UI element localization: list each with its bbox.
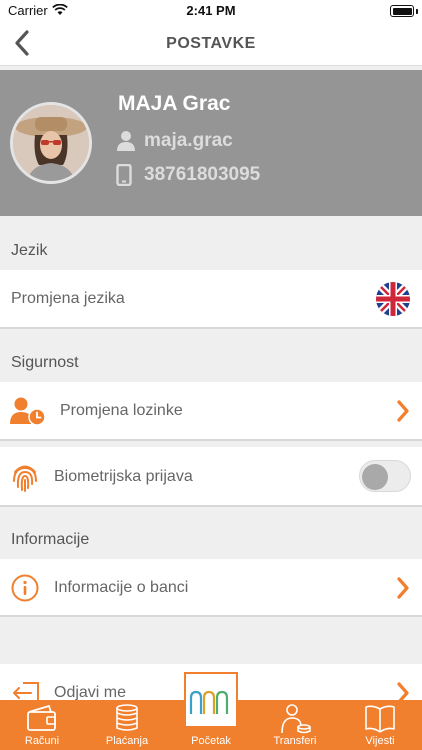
section-header-info: Informacije bbox=[11, 531, 90, 548]
nav-bar: POSTAVKE bbox=[0, 22, 422, 66]
status-bar: Carrier 2:41 PM bbox=[0, 0, 422, 22]
tab-vijesti[interactable]: Vijesti bbox=[338, 700, 422, 750]
fingerprint-icon bbox=[13, 465, 37, 492]
biometric-toggle[interactable] bbox=[359, 460, 411, 492]
phone-icon bbox=[116, 164, 132, 186]
wallet-icon bbox=[27, 704, 56, 731]
toggle-knob bbox=[362, 464, 388, 490]
user-clock-icon bbox=[10, 397, 46, 426]
tab-label: Transferi bbox=[273, 735, 317, 747]
biometric-login-label: Biometrijska prijava bbox=[54, 468, 193, 485]
bank-info-label: Informacije o banci bbox=[54, 579, 189, 596]
avatar-photo bbox=[13, 105, 89, 181]
info-icon bbox=[11, 574, 39, 602]
clock: 2:41 PM bbox=[186, 3, 236, 18]
bank-info-row[interactable]: Informacije o banci bbox=[0, 559, 422, 617]
book-icon bbox=[365, 705, 395, 733]
battery-icon bbox=[390, 5, 414, 17]
tab-transferi[interactable]: Transferi bbox=[252, 700, 338, 750]
profile-phone: 38761803095 bbox=[144, 164, 261, 185]
avatar[interactable] bbox=[10, 102, 92, 184]
uk-flag-icon bbox=[376, 282, 410, 316]
coins-icon bbox=[116, 704, 138, 731]
profile-header: MAJA Grac maja.grac 38761803095 bbox=[0, 70, 422, 216]
section-header-language: Jezik bbox=[11, 242, 48, 259]
tab-racuni[interactable]: Računi bbox=[0, 700, 84, 750]
section-header-security: Sigurnost bbox=[11, 354, 79, 371]
tab-label: Vijesti bbox=[365, 735, 395, 747]
tab-label: Računi bbox=[24, 735, 60, 747]
user-icon bbox=[117, 131, 135, 151]
language-label: Promjena jezika bbox=[11, 290, 125, 307]
tab-pocetak[interactable] bbox=[184, 672, 238, 728]
biometric-login-row: Biometrijska prijava bbox=[0, 447, 422, 507]
change-password-row[interactable]: Promjena lozinke bbox=[0, 382, 422, 441]
tab-label: Plaćanja bbox=[105, 735, 149, 747]
profile-name: MAJA Grac bbox=[118, 92, 231, 115]
language-row[interactable]: Promjena jezika bbox=[0, 270, 422, 329]
chevron-right-icon bbox=[397, 577, 409, 599]
bank-logo-icon bbox=[189, 690, 229, 714]
change-password-label: Promjena lozinke bbox=[60, 402, 183, 419]
transfer-person-icon bbox=[281, 704, 311, 734]
chevron-right-icon bbox=[397, 400, 409, 422]
tab-label: Početak bbox=[191, 735, 231, 747]
profile-username: maja.grac bbox=[144, 130, 233, 151]
battery-tip bbox=[416, 9, 418, 14]
page-title: POSTAVKE bbox=[166, 35, 256, 52]
tab-placanja[interactable]: Plaćanja bbox=[84, 700, 170, 750]
